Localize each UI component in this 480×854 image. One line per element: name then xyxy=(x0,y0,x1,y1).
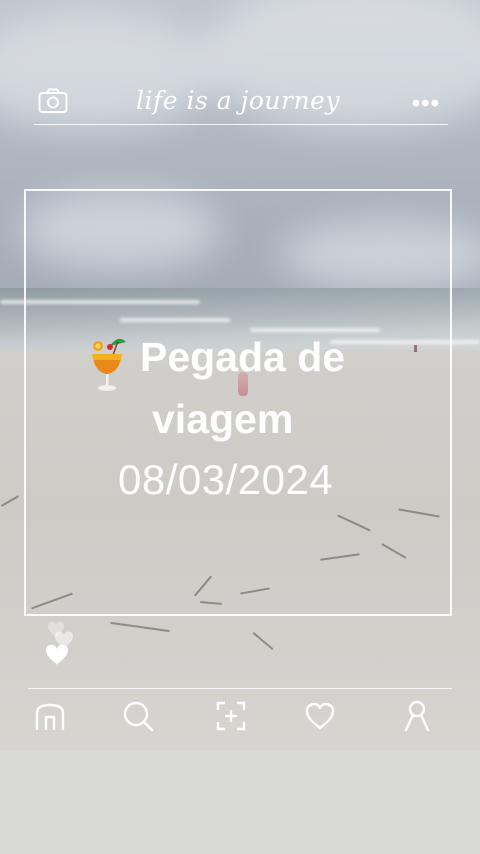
story-screen: life is a journey ••• Pegada de viagem 0… xyxy=(0,0,480,854)
add-frame-icon[interactable] xyxy=(214,699,248,733)
bottom-nav xyxy=(0,695,480,741)
tropical-drink-icon xyxy=(88,332,128,394)
headline-line-2: viagem xyxy=(152,396,294,442)
bottom-divider xyxy=(28,688,452,689)
post-date: 08/03/2024 xyxy=(118,456,334,503)
heart-icon[interactable] xyxy=(40,614,80,670)
search-icon[interactable] xyxy=(121,699,155,733)
home-icon[interactable] xyxy=(33,699,67,733)
app-title: life is a journey xyxy=(136,86,340,115)
more-dots-icon[interactable]: ••• xyxy=(412,90,440,118)
profile-icon[interactable] xyxy=(400,699,434,733)
top-bar: life is a journey ••• xyxy=(28,82,448,122)
heart-outline-icon[interactable] xyxy=(303,699,337,733)
bottom-blank-area xyxy=(0,752,480,854)
headline-line-1: Pegada de xyxy=(140,334,346,380)
top-divider xyxy=(34,124,448,125)
